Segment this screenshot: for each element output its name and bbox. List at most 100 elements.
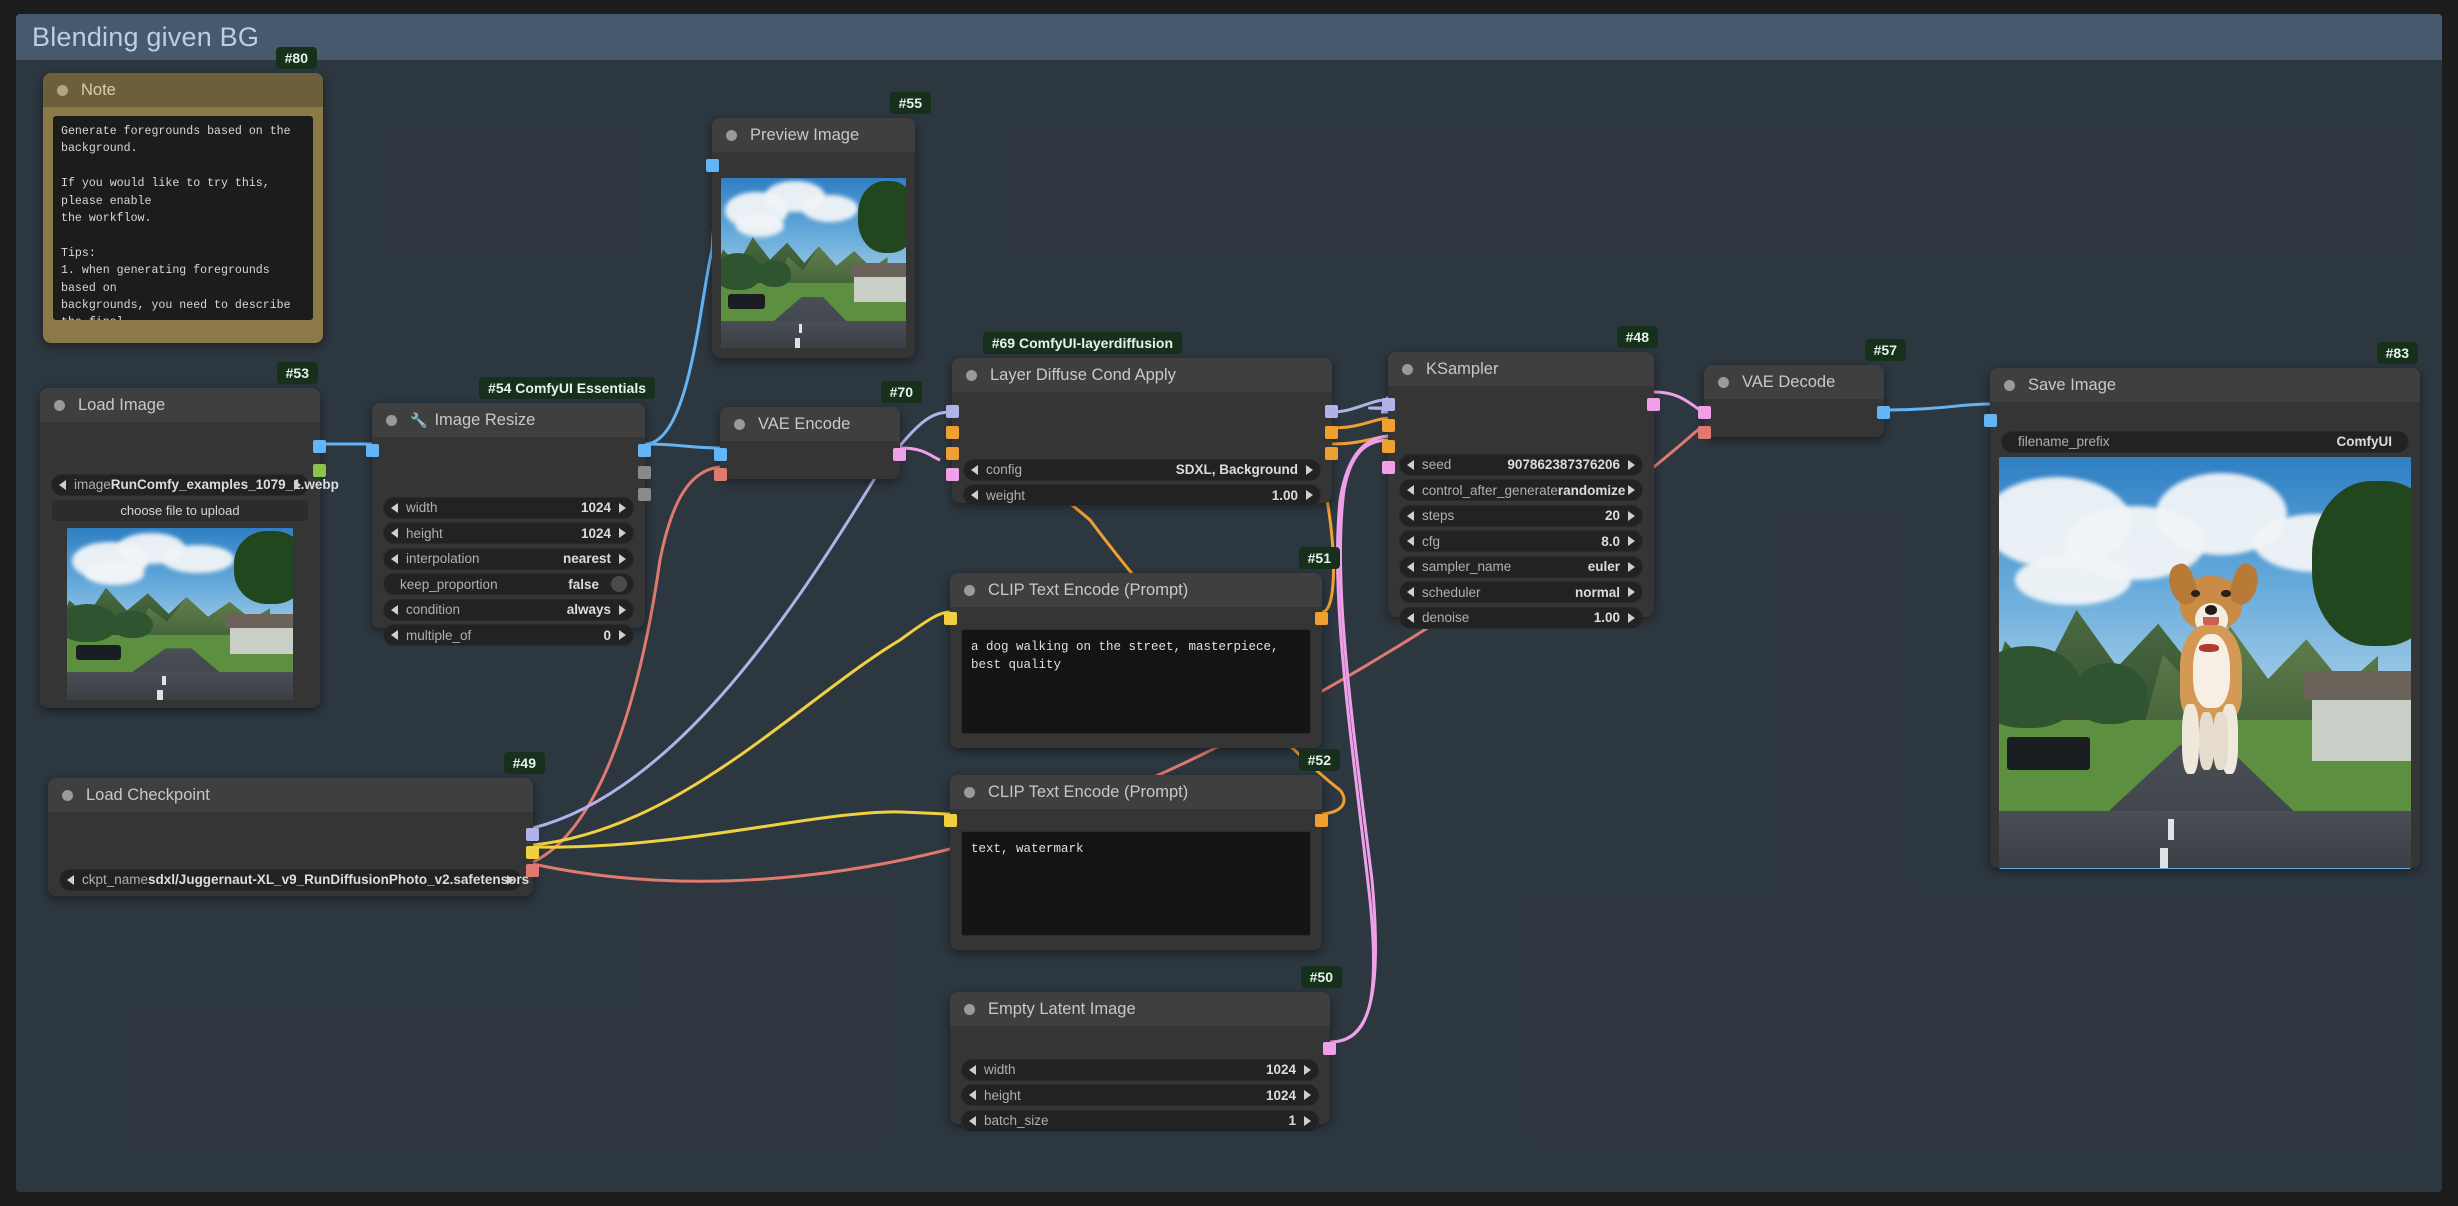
widget-next-arrow-icon[interactable] xyxy=(619,604,626,615)
node-save-image[interactable]: #83 Save Image filename_prefix ComfyUI xyxy=(1984,342,2420,869)
widget-width[interactable]: width 1024 xyxy=(383,496,634,519)
node-image-resize[interactable]: #54 ComfyUI Essentials 🔧 Image Resize wi… xyxy=(366,377,655,646)
widget-next-arrow-icon[interactable] xyxy=(1628,587,1635,597)
widget-prev-arrow-icon[interactable] xyxy=(969,1115,976,1126)
widget-height[interactable]: height 1024 xyxy=(383,522,634,544)
widget-next-arrow-icon[interactable] xyxy=(1304,1064,1311,1075)
toggle-knob-icon[interactable] xyxy=(611,576,627,592)
node-header-preview-image[interactable]: Preview Image xyxy=(712,118,915,152)
widget-next-arrow-icon[interactable] xyxy=(1628,612,1635,623)
socket-input-negative[interactable] xyxy=(1382,440,1395,453)
socket-input-clip[interactable] xyxy=(944,814,957,827)
widget-sampler-name[interactable]: sampler_name euler xyxy=(1399,555,1643,578)
widget-scheduler[interactable]: scheduler normal xyxy=(1399,581,1643,603)
node-collapse-dot-icon[interactable] xyxy=(964,1003,975,1015)
node-collapse-dot-icon[interactable] xyxy=(966,369,977,381)
socket-output-mask[interactable] xyxy=(313,464,326,477)
choose-file-upload-button[interactable]: choose file to upload xyxy=(51,499,309,522)
widget-next-arrow-icon[interactable] xyxy=(1306,464,1313,475)
widget-next-arrow-icon[interactable] xyxy=(1304,1090,1311,1100)
widget-prev-arrow-icon[interactable] xyxy=(1407,612,1414,623)
widget-control-after-generate[interactable]: control_after_generate randomize xyxy=(1399,479,1643,501)
widget-prev-arrow-icon[interactable] xyxy=(1407,510,1414,521)
widget-prev-arrow-icon[interactable] xyxy=(969,1090,976,1100)
node-layer-diffuse-cond-apply[interactable]: #69 ComfyUI-layerdiffusion Layer Diffuse… xyxy=(946,332,1338,506)
node-header-load-image[interactable]: Load Image xyxy=(40,388,320,422)
socket-input-images[interactable] xyxy=(1984,414,1997,427)
node-collapse-dot-icon[interactable] xyxy=(734,418,745,430)
widget-prev-arrow-icon[interactable] xyxy=(391,604,398,615)
socket-input-clip[interactable] xyxy=(944,612,957,625)
node-header-ksampler[interactable]: KSampler xyxy=(1388,352,1654,386)
node-vae-encode[interactable]: #70 VAE Encode xyxy=(714,381,922,481)
socket-output-uncond[interactable] xyxy=(1325,447,1338,460)
widget-multiple-of[interactable]: multiple_of 0 xyxy=(383,624,634,646)
clip-negative-prompt-textarea[interactable]: text, watermark xyxy=(961,831,1311,936)
widget-prev-arrow-icon[interactable] xyxy=(1407,459,1414,470)
widget-next-arrow-icon[interactable] xyxy=(619,502,626,513)
socket-input-model[interactable] xyxy=(1382,398,1395,411)
widget-prev-arrow-icon[interactable] xyxy=(391,502,398,513)
clip-positive-prompt-textarea[interactable]: a dog walking on the street, masterpiece… xyxy=(961,629,1311,734)
widget-config[interactable]: config SDXL, Background xyxy=(963,458,1321,481)
widget-prev-arrow-icon[interactable] xyxy=(971,464,978,475)
node-header-layer-diffuse[interactable]: Layer Diffuse Cond Apply xyxy=(952,358,1332,392)
widget-keep-proportion[interactable]: keep_proportion false xyxy=(383,573,634,595)
widget-ckpt-name[interactable]: ckpt_name sdxl/Juggernaut-XL_v9_RunDiffu… xyxy=(59,868,529,891)
node-header-clip-negative[interactable]: CLIP Text Encode (Prompt) xyxy=(950,775,1322,809)
node-empty-latent-image[interactable]: #50 Empty Latent Image width 1024 height… xyxy=(950,966,1342,1132)
socket-input-vae[interactable] xyxy=(714,468,727,481)
widget-prev-arrow-icon[interactable] xyxy=(971,490,978,500)
node-header-image-resize[interactable]: 🔧 Image Resize xyxy=(372,403,645,437)
widget-filename-prefix[interactable]: filename_prefix ComfyUI xyxy=(2001,430,2409,453)
widget-prev-arrow-icon[interactable] xyxy=(59,479,66,490)
widget-seed[interactable]: seed 907862387376206 xyxy=(1399,453,1643,476)
node-collapse-dot-icon[interactable] xyxy=(62,789,73,801)
socket-input-pixels[interactable] xyxy=(714,448,727,461)
socket-output-image[interactable] xyxy=(1877,406,1890,419)
node-collapse-dot-icon[interactable] xyxy=(386,414,397,426)
node-preview-image[interactable]: #55 Preview Image xyxy=(706,92,931,358)
widget-prev-arrow-icon[interactable] xyxy=(969,1064,976,1075)
widget-width[interactable]: width 1024 xyxy=(961,1058,1319,1081)
widget-next-arrow-icon[interactable] xyxy=(1628,459,1635,470)
socket-input-cond[interactable] xyxy=(946,426,959,439)
node-ksampler[interactable]: #48 KSampler seed 907862387376206 contro… xyxy=(1382,326,1660,629)
node-header-note[interactable]: Note xyxy=(43,73,323,107)
widget-prev-arrow-icon[interactable] xyxy=(1407,485,1414,495)
widget-next-arrow-icon[interactable] xyxy=(619,553,626,564)
save-image-result-preview[interactable] xyxy=(1999,456,2411,869)
preview-image-display[interactable] xyxy=(721,178,906,348)
widget-next-arrow-icon[interactable] xyxy=(1304,1115,1311,1126)
widget-steps[interactable]: steps 20 xyxy=(1399,504,1643,527)
widget-height[interactable]: height 1024 xyxy=(961,1084,1319,1106)
widget-next-arrow-icon[interactable] xyxy=(507,874,514,885)
socket-output-model[interactable] xyxy=(1325,405,1338,418)
socket-output-model[interactable] xyxy=(526,828,539,841)
node-header-vae-encode[interactable]: VAE Encode xyxy=(720,407,900,441)
socket-output-image[interactable] xyxy=(313,440,326,453)
widget-weight[interactable]: weight 1.00 xyxy=(963,484,1321,506)
widget-next-arrow-icon[interactable] xyxy=(1628,561,1635,572)
workflow-canvas[interactable]: Blending given BG #80 Note Generate fore… xyxy=(0,0,2458,1206)
widget-condition[interactable]: condition always xyxy=(383,598,634,621)
node-clip-text-encode-positive[interactable]: #51 CLIP Text Encode (Prompt) a dog walk… xyxy=(944,547,1340,748)
widget-prev-arrow-icon[interactable] xyxy=(391,528,398,538)
widget-next-arrow-icon[interactable] xyxy=(1628,536,1635,546)
socket-output-conditioning[interactable] xyxy=(1315,814,1328,827)
socket-output-latent[interactable] xyxy=(893,448,906,461)
socket-input-latent-image[interactable] xyxy=(1382,461,1395,474)
node-collapse-dot-icon[interactable] xyxy=(57,84,68,96)
widget-next-arrow-icon[interactable] xyxy=(1306,490,1313,500)
node-header-empty-latent[interactable]: Empty Latent Image xyxy=(950,992,1330,1026)
widget-cfg[interactable]: cfg 8.0 xyxy=(1399,530,1643,552)
widget-next-arrow-icon[interactable] xyxy=(1628,485,1635,495)
widget-prev-arrow-icon[interactable] xyxy=(1407,561,1414,572)
node-collapse-dot-icon[interactable] xyxy=(964,584,975,596)
widget-prev-arrow-icon[interactable] xyxy=(1407,587,1414,597)
node-header-load-checkpoint[interactable]: Load Checkpoint xyxy=(48,778,533,812)
socket-input-latent[interactable] xyxy=(946,468,959,481)
widget-interpolation[interactable]: interpolation nearest xyxy=(383,547,634,570)
socket-input-images[interactable] xyxy=(706,159,719,172)
socket-output-image[interactable] xyxy=(638,444,651,457)
